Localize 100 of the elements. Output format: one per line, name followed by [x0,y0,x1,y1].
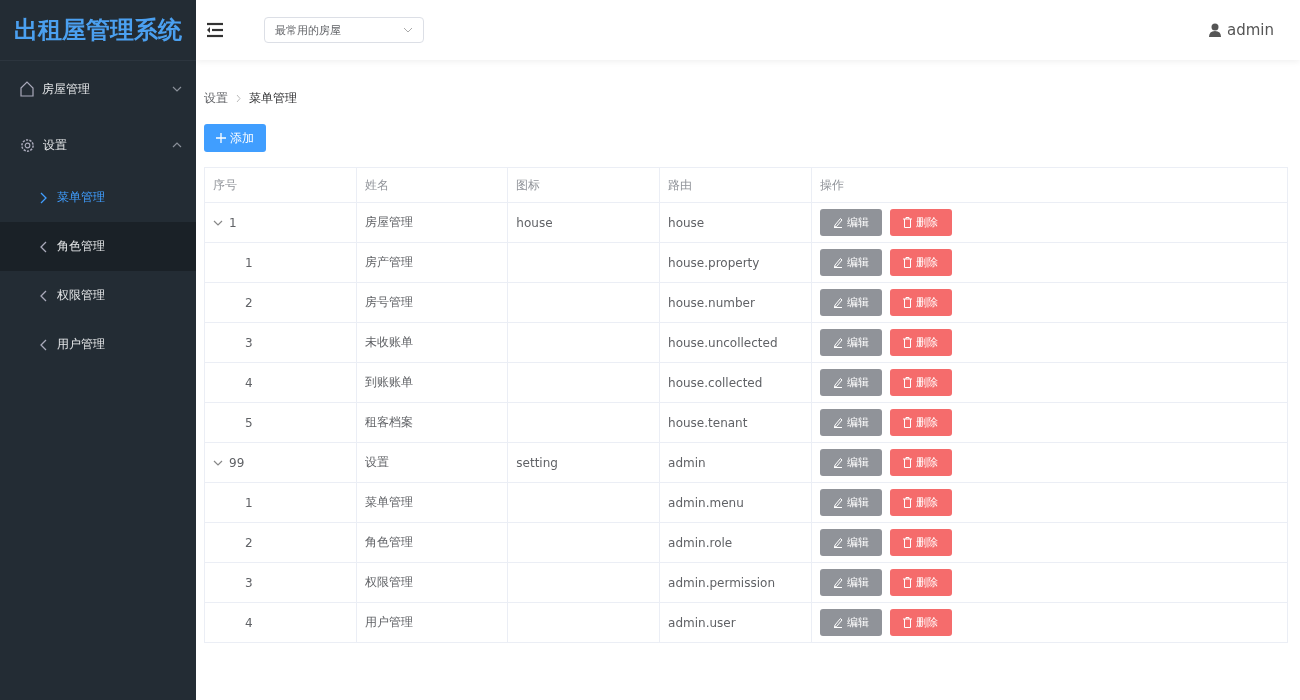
trash-icon [903,217,913,228]
pencil-icon [832,497,843,508]
table-cell: admin [668,455,706,470]
table-cell: 5 [245,415,253,430]
delete-button[interactable]: 删除 [889,289,952,316]
table-cell: 到账账单 [364,375,413,389]
breadcrumb-item: 菜单管理 [249,89,297,107]
trash-icon [903,537,913,548]
table-cell: 设置 [364,455,389,469]
column-header: 操作 [811,167,1288,203]
edit-button[interactable]: 编辑 [819,329,882,356]
menu-collapse-icon[interactable] [206,22,224,38]
settings-icon [20,137,35,153]
edit-button[interactable]: 编辑 [819,409,882,436]
trash-icon [903,497,913,508]
trash-icon [903,377,913,388]
edit-button[interactable]: 编辑 [819,489,882,516]
sidebar-group[interactable]: 设置 [0,117,196,173]
add-button[interactable]: 添加 [204,124,266,152]
table-cell: setting [516,455,558,470]
delete-button[interactable]: 删除 [889,569,952,596]
pencil-icon [832,337,843,348]
column-header: 序号 [204,167,357,203]
caret-icon [403,27,413,33]
table-cell: 4 [245,615,253,630]
chevron-icon [40,338,47,351]
table-cell: 未收账单 [364,335,413,349]
house-icon [20,81,34,97]
house-select[interactable]: 最常用的房屋 [264,17,424,43]
chevron-icon [40,240,47,253]
pencil-icon [832,217,843,228]
trash-icon [903,457,913,468]
edit-button[interactable]: 编辑 [819,449,882,476]
delete-button[interactable]: 删除 [889,489,952,516]
table-cell: admin.permission [668,575,775,590]
table-cell: 租客档案 [364,415,413,429]
table-cell: house [516,215,553,230]
pencil-icon [832,417,843,428]
sidebar-item[interactable]: 用户管理 [0,320,196,369]
table-cell: admin.role [668,535,733,550]
table-cell: 2 [245,295,253,310]
trash-icon [903,617,913,628]
app-title: 出租屋管理系统 [0,0,196,61]
delete-button[interactable]: 删除 [889,329,952,356]
pencil-icon [832,537,843,548]
table-cell: 3 [245,335,253,350]
table-cell: 1 [245,255,253,270]
delete-button[interactable]: 删除 [889,449,952,476]
table-cell: 99 [229,455,245,470]
column-header: 图标 [507,167,660,203]
pencil-icon [832,577,843,588]
pencil-icon [832,377,843,388]
table-cell: 4 [245,375,253,390]
chevron-icon [40,289,47,302]
edit-button[interactable]: 编辑 [819,569,882,596]
username[interactable]: admin [1227,21,1274,39]
sidebar-item[interactable]: 权限管理 [0,271,196,320]
table-cell: house.tenant [668,415,748,430]
table-cell: house.property [668,255,760,270]
table-cell: house.number [668,295,755,310]
edit-button[interactable]: 编辑 [819,529,882,556]
table-cell: 用户管理 [364,615,413,629]
pencil-icon [832,257,843,268]
delete-button[interactable]: 删除 [889,249,952,276]
edit-button[interactable]: 编辑 [819,609,882,636]
table-cell: 房产管理 [364,255,413,269]
table-cell: 房号管理 [364,295,413,309]
delete-button[interactable]: 删除 [889,209,952,236]
delete-button[interactable]: 删除 [889,409,952,436]
sidebar-group[interactable]: 房屋管理 [0,61,196,117]
delete-button[interactable]: 删除 [889,609,952,636]
edit-button[interactable]: 编辑 [819,289,882,316]
chevron-icon [40,191,47,204]
edit-button[interactable]: 编辑 [819,249,882,276]
table-cell: 1 [229,215,237,230]
delete-button[interactable]: 删除 [889,529,952,556]
table-cell: house [668,215,705,230]
pencil-icon [832,297,843,308]
trash-icon [903,577,913,588]
table-cell: 菜单管理 [364,495,413,509]
table-cell: house.collected [668,375,763,390]
table-cell: 3 [245,575,253,590]
delete-button[interactable]: 删除 [889,369,952,396]
table-cell: 2 [245,535,253,550]
separator-icon [236,93,241,103]
sidebar-item[interactable]: 角色管理 [0,222,196,271]
trash-icon [903,337,913,348]
trash-icon [903,257,913,268]
column-header: 姓名 [356,167,508,203]
sidebar-item[interactable]: 菜单管理 [0,173,196,222]
trash-icon [903,297,913,308]
table-cell: 1 [245,495,253,510]
user-icon [1209,23,1221,37]
edit-button[interactable]: 编辑 [819,209,882,236]
edit-button[interactable]: 编辑 [819,369,882,396]
column-header: 路由 [659,167,812,203]
pencil-icon [832,457,843,468]
trash-icon [903,417,913,428]
breadcrumb-item[interactable]: 设置 [204,89,228,107]
table-cell: admin.user [668,615,736,630]
